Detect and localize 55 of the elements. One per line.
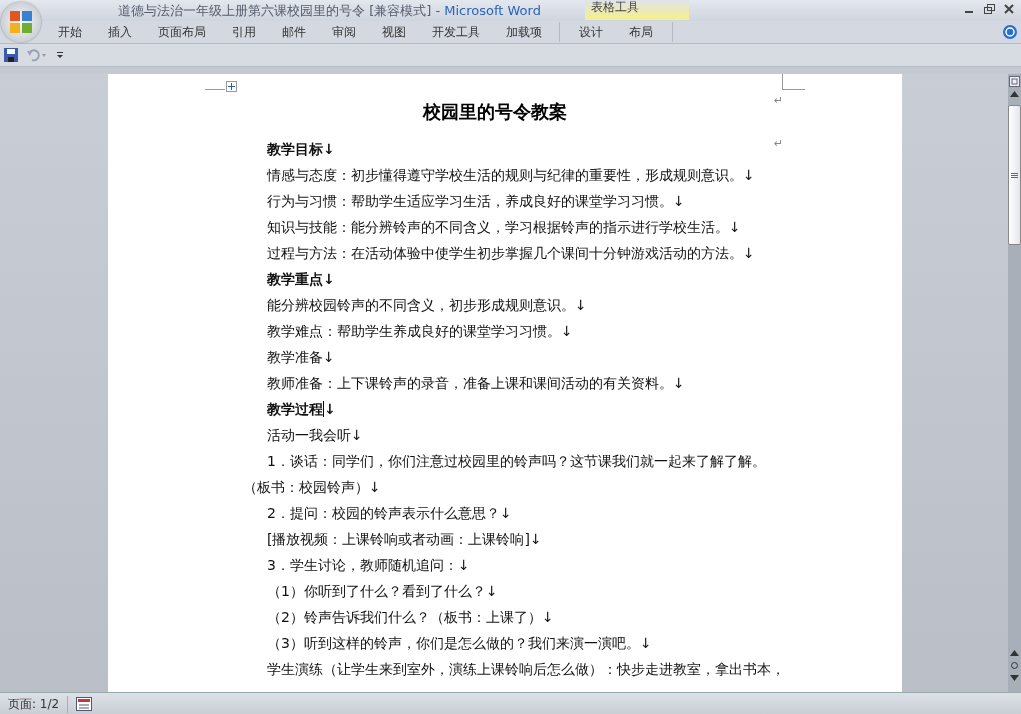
ribbon-tab[interactable]: 开发工具 bbox=[419, 22, 493, 42]
paragraph-text: （板书：校园铃声）↓ bbox=[243, 478, 381, 497]
document-title: 校园里的号令教案 bbox=[423, 100, 567, 124]
contextual-group-label: 表格工具 bbox=[585, 0, 689, 20]
ribbon-tab[interactable]: 开始 bbox=[45, 22, 95, 42]
paragraph-mark: ↵ bbox=[774, 137, 784, 150]
paragraph-text: （2）铃声告诉我们什么？（板书：上课了）↓ bbox=[267, 608, 554, 627]
ruler-toggle-icon[interactable] bbox=[1009, 76, 1020, 87]
line-break-mark: ↓ bbox=[324, 400, 336, 419]
close-icon[interactable] bbox=[1003, 3, 1015, 15]
ribbon-tab[interactable]: 页面布局 bbox=[145, 22, 219, 42]
restore-icon[interactable] bbox=[983, 3, 995, 15]
section-heading: 教学目标↓ bbox=[267, 140, 335, 159]
section-heading: 教学过程 bbox=[267, 400, 323, 419]
ribbon-tab[interactable]: 插入 bbox=[95, 22, 145, 42]
section-heading: 教学重点↓ bbox=[267, 270, 335, 289]
paragraph-text: 2．提问：校园的铃声表示什么意思？↓ bbox=[267, 504, 512, 523]
ribbon-tab[interactable]: 加载项 bbox=[493, 22, 555, 42]
help-icon[interactable] bbox=[1002, 24, 1018, 40]
paragraph-text: 活动一我会听↓ bbox=[267, 426, 363, 445]
vertical-scrollbar[interactable] bbox=[1008, 74, 1021, 692]
scroll-up-icon[interactable] bbox=[1010, 91, 1019, 97]
page-count[interactable]: 页面: 1/2 bbox=[0, 695, 69, 713]
ribbon-tab[interactable]: 视图 bbox=[369, 22, 419, 42]
customize-icon[interactable] bbox=[56, 50, 64, 60]
window-title: 道德与法治一年级上册第六课校园里的号令 [兼容模式] - Microsoft Word bbox=[118, 1, 541, 20]
ribbon-tab[interactable]: 布局 bbox=[616, 22, 666, 42]
paragraph-text: 教师准备：上下课铃声的录音，准备上课和课间活动的有关资料。↓ bbox=[267, 374, 685, 393]
paragraph-text: 学生演练（让学生来到室外，演练上课铃响后怎么做）：快步走进教室，拿出书本， bbox=[267, 660, 785, 679]
next-page-icon[interactable] bbox=[1010, 674, 1019, 682]
paragraph-text: 教学难点：帮助学生养成良好的课堂学习习惯。↓ bbox=[267, 322, 573, 341]
ribbon-tab[interactable]: 引用 bbox=[219, 22, 269, 42]
scroll-thumb[interactable] bbox=[1008, 105, 1021, 245]
previous-page-icon[interactable] bbox=[1010, 649, 1019, 657]
ribbon-tab[interactable]: 审阅 bbox=[319, 22, 369, 42]
paragraph-text: 知识与技能：能分辨铃声的不同含义，学习根据铃声的指示进行学校生活。↓ bbox=[267, 218, 741, 237]
document-check-icon[interactable] bbox=[76, 697, 93, 711]
ribbon-tab[interactable]: 邮件 bbox=[269, 22, 319, 42]
paragraph-text: （1）你听到了什么？看到了什么？↓ bbox=[267, 582, 498, 601]
paragraph-text: [播放视频：上课铃响或者动画：上课铃响]↓ bbox=[267, 530, 542, 549]
paragraph-text: 3．学生讨论，教师随机追问：↓ bbox=[267, 556, 470, 575]
browse-object-icon[interactable] bbox=[1010, 661, 1019, 670]
paragraph-text: 教学准备↓ bbox=[267, 348, 335, 367]
paragraph-text: 过程与方法：在活动体验中使学生初步掌握几个课间十分钟游戏活动的方法。↓ bbox=[267, 244, 755, 263]
app-logo-icon bbox=[8, 9, 34, 35]
paragraph-mark: ↵ bbox=[774, 94, 784, 107]
paragraph-text: 1．谈话：同学们，你们注意过校园里的铃声吗？这节课我们就一起来了解了解。 bbox=[267, 452, 766, 471]
save-icon[interactable] bbox=[4, 48, 18, 62]
paragraph-text: 能分辨校园铃声的不同含义，初步形成规则意识。↓ bbox=[267, 296, 587, 315]
paragraph-text: 行为与习惯：帮助学生适应学习生活，养成良好的课堂学习习惯。↓ bbox=[267, 192, 685, 211]
paragraph-text: （3）听到这样的铃声，你们是怎么做的？我们来演一演吧。↓ bbox=[267, 634, 652, 653]
paragraph-text: 情感与态度：初步懂得遵守学校生活的规则与纪律的重要性，形成规则意识。↓ bbox=[267, 166, 755, 185]
ribbon-tab[interactable]: 设计 bbox=[566, 22, 616, 42]
crop-mark bbox=[782, 74, 805, 90]
table-move-handle-icon[interactable] bbox=[226, 81, 237, 92]
